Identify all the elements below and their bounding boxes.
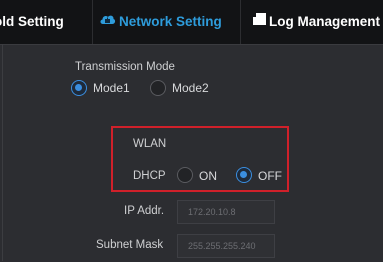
tab-network-setting[interactable]: Network Setting (99, 0, 222, 44)
tab-label: Log Management (269, 14, 381, 29)
radio-dhcp-off-button[interactable] (236, 167, 252, 183)
subnet-mask-label: Subnet Mask (96, 239, 164, 251)
radio-mode1-button[interactable] (71, 80, 87, 96)
radio-dhcp-off-label: OFF (258, 169, 282, 183)
ip-addr-field[interactable]: 172.20.10.8 (177, 200, 275, 224)
network-cloud-icon (99, 0, 116, 43)
wlan-label: WLAN (133, 138, 167, 150)
radio-mode2-button[interactable] (150, 80, 166, 96)
tab-divider (92, 0, 93, 44)
tab-label: Network Setting (119, 14, 222, 29)
radio-mode1-label: Mode1 (93, 81, 130, 95)
tab-threshold-setting[interactable]: old Setting (0, 0, 88, 44)
tab-log-management[interactable]: Log Management (253, 0, 380, 44)
radio-mode2-label: Mode2 (172, 81, 209, 95)
radio-dhcp-on-button[interactable] (177, 167, 193, 183)
panel-left-border (2, 44, 3, 261)
log-icon (253, 0, 266, 43)
top-navigation-bar: old Setting Network Setting Log Manageme… (0, 0, 383, 44)
subnet-mask-field[interactable]: 255.255.255.240 (177, 234, 275, 258)
radio-dhcp-on-label: ON (199, 169, 217, 183)
transmission-mode-label: Transmission Mode (75, 61, 175, 73)
dhcp-label: DHCP (133, 170, 166, 182)
tab-divider (240, 0, 241, 44)
tab-label: old Setting (0, 14, 64, 29)
ip-addr-label: IP Addr. (124, 205, 165, 217)
